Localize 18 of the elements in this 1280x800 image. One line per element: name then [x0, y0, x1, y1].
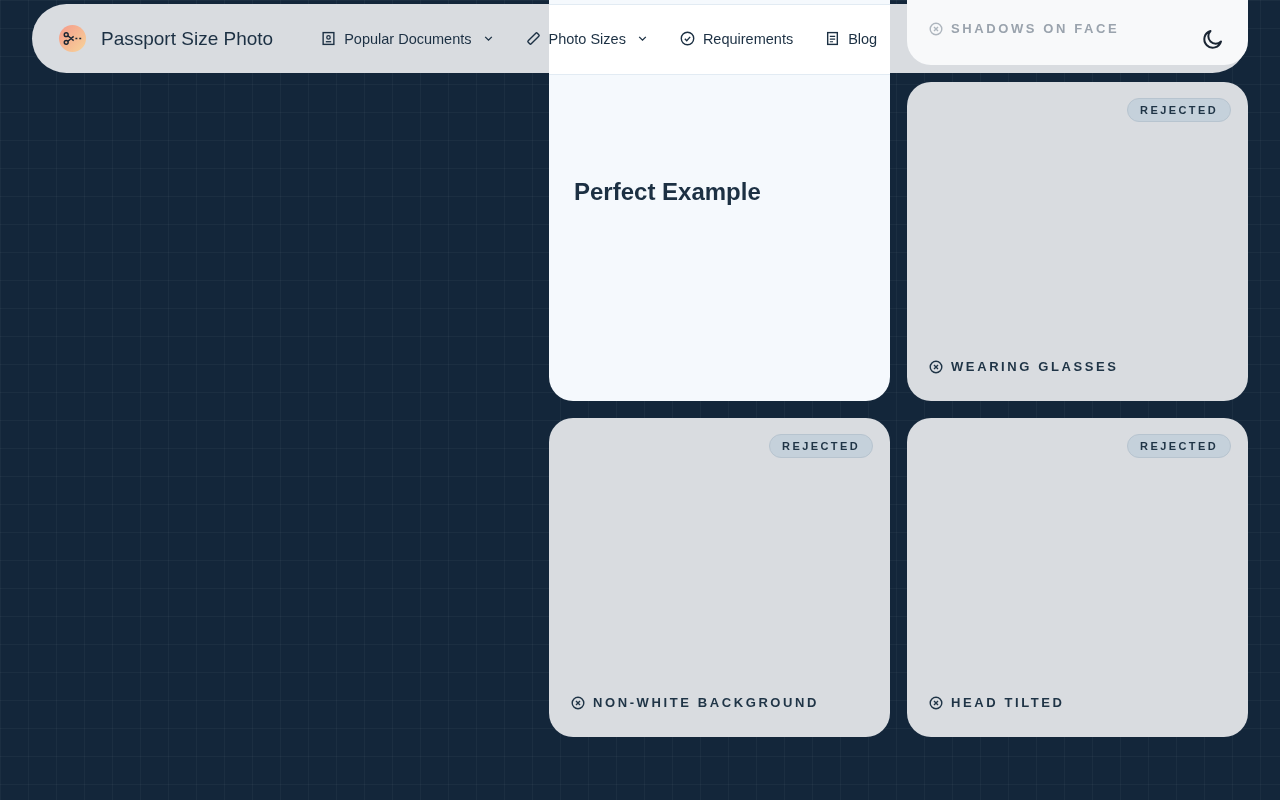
nav-link[interactable]: Popular Documents — [321, 30, 494, 47]
site-title[interactable]: Passport Size Photo — [101, 27, 274, 50]
rejected-badge: REJECTED — [1127, 434, 1231, 458]
nav-link[interactable]: Photo Sizes — [525, 30, 648, 47]
nav-link[interactable]: Requirements — [679, 30, 794, 47]
nav-link[interactable]: Blog — [825, 30, 878, 47]
card-caption: HEAD TILTED — [951, 695, 1065, 710]
card-caption: SHADOWS ON FACE — [951, 21, 1120, 36]
ruler-icon — [525, 31, 541, 46]
check-badge-icon — [679, 31, 695, 46]
rejected-badge: REJECTED — [1127, 98, 1231, 122]
scissors-logo-icon — [58, 24, 87, 53]
document-icon — [825, 31, 841, 46]
card-title: Perfect Example — [574, 177, 761, 206]
card-caption: NON-WHITE BACKGROUND — [593, 695, 820, 710]
rejected-badge: REJECTED — [769, 434, 873, 458]
card-caption: WEARING GLASSES — [951, 359, 1119, 374]
id-card-icon — [321, 31, 337, 46]
